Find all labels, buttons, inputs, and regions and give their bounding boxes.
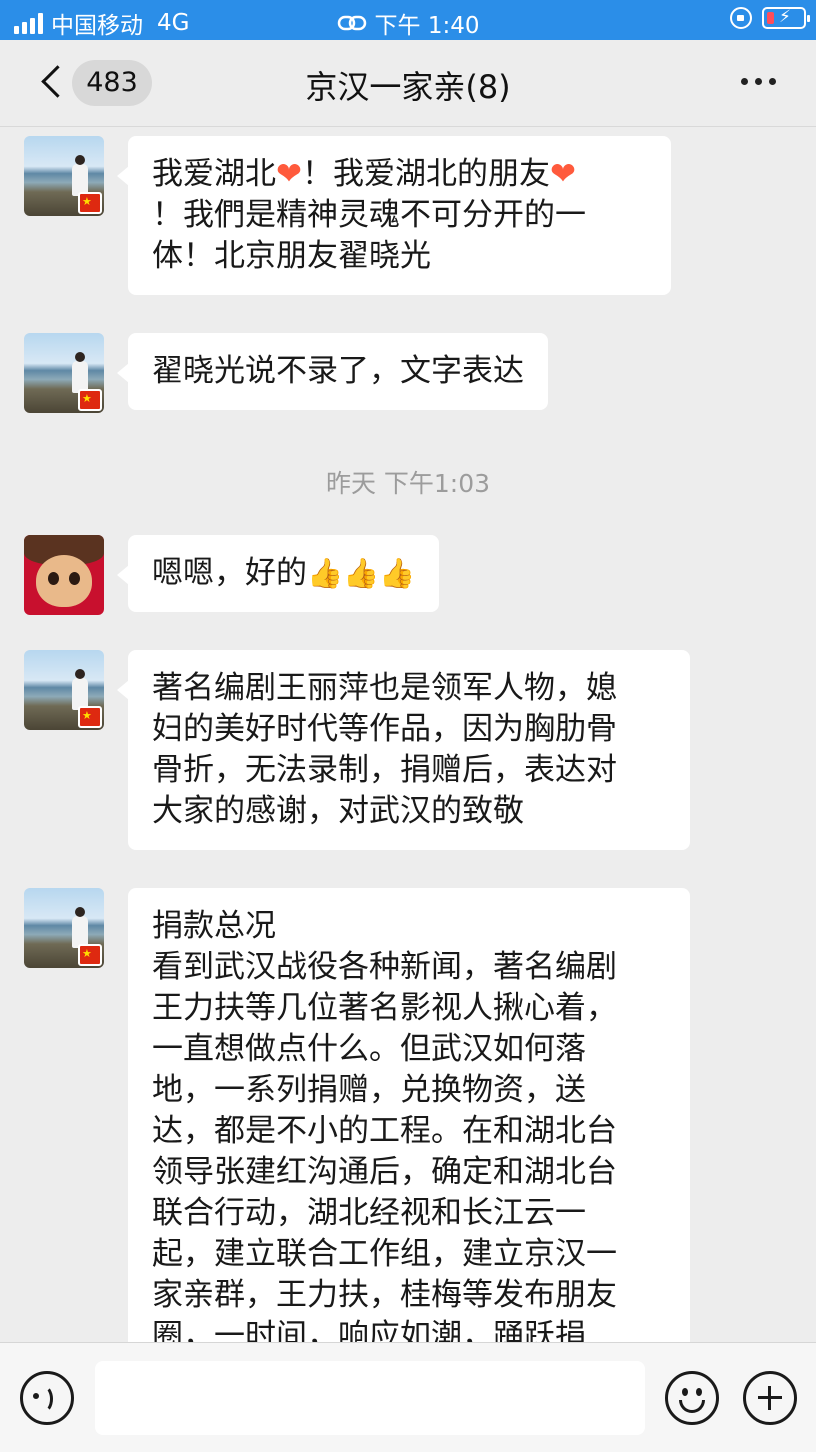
link-icon [337,15,366,31]
more-actions-plus-icon[interactable] [743,1371,797,1425]
message-timestamp: 昨天 下午1:03 [325,469,491,498]
message-bubble[interactable]: 著名编剧王丽萍也是领军人物，媳 妇的美好时代等作品，因为胸肋骨 骨折，无法录制，… [117,650,690,850]
chat-header: 483 京汉一家亲(8) [0,40,816,127]
battery-charging-icon: ⚡ [762,7,810,29]
message-bubble[interactable]: 我爱湖北❤！我爱湖北的朋友❤ ！我們是精神灵魂不可分开的一 体！北京朋友翟晓光 [117,136,671,295]
message-bubble[interactable]: 捐款总况 看到武汉战役各种新闻，著名编剧 王力扶等几位著名影视人揪心着， 一直想… [128,888,690,1342]
chat-input-bar [0,1342,816,1452]
message-row: ★ 捐款总况 看到武汉战役各种新闻，著名编剧 王力扶等几位著名影视人揪心着， 一… [24,888,690,1342]
status-bar: 中国移动 4G 下午 1:40 ⚡ [0,0,816,40]
message-row: ★ 翟晓光说不录了，文字表达 [24,333,548,413]
sender-avatar[interactable]: ★ [24,136,104,216]
message-row: ★ 著名编剧王丽萍也是领军人物，媳 妇的美好时代等作品，因为胸肋骨 骨折，无法录… [24,650,690,850]
message-text: 嗯嗯，好的 [152,555,307,591]
message-row: ★ 我爱湖北❤！我爱湖北的朋友❤ ！我們是精神灵魂不可分开的一 体！北京朋友翟晓… [24,136,671,295]
message-text: 翟晓光说不录了，文字表达 [152,353,524,389]
rotation-lock-icon [730,7,752,29]
heart-emoji-icon: ❤ [276,156,302,192]
message-text: ！我們是精神灵魂不可分开的一 体！北京朋友翟晓光 [152,197,586,274]
chat-title: 京汉一家亲(8) [305,68,511,106]
voice-input-icon[interactable] [20,1371,74,1425]
message-text: 著名编剧王丽萍也是领军人物，媳 妇的美好时代等作品，因为胸肋骨 骨折，无法录制，… [152,670,617,829]
message-bubble[interactable]: 翟晓光说不录了，文字表达 [117,333,548,410]
sender-avatar[interactable] [24,535,104,615]
message-text: ！我爱湖北的朋友 [301,156,550,192]
sender-avatar[interactable]: ★ [24,888,104,968]
thumbs-up-emoji-icon: 👍👍👍 [307,556,416,590]
sender-avatar[interactable]: ★ [24,650,104,730]
message-input[interactable] [95,1361,645,1435]
status-time: 下午 1:40 [374,13,480,39]
message-text: 我爱湖北 [152,156,276,192]
more-options-icon[interactable] [741,78,776,85]
message-text: 捐款总况 看到武汉战役各种新闻，著名编剧 王力扶等几位著名影视人揪心着， 一直想… [152,908,617,1342]
emoji-icon[interactable] [665,1371,719,1425]
message-row: 嗯嗯，好的👍👍👍 [24,535,440,615]
sender-avatar[interactable]: ★ [24,333,104,413]
message-bubble[interactable]: 嗯嗯，好的👍👍👍 [116,535,440,612]
heart-emoji-icon: ❤ [549,156,576,192]
